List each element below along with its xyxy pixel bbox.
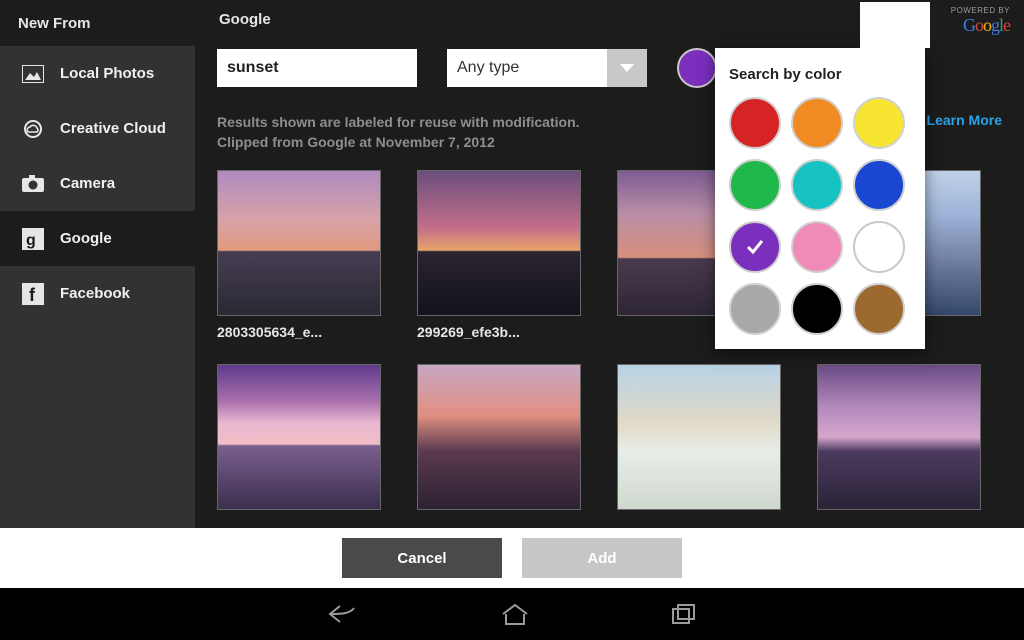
sidebar-item-camera[interactable]: Camera xyxy=(0,156,195,211)
back-icon[interactable] xyxy=(326,602,360,626)
color-filter-button[interactable] xyxy=(677,48,717,88)
results-info: Results shown are labeled for reuse with… xyxy=(217,112,580,152)
color-swatch[interactable] xyxy=(729,283,781,335)
home-icon[interactable] xyxy=(500,602,530,626)
color-swatch[interactable] xyxy=(791,159,843,211)
facebook-icon: f xyxy=(18,283,48,305)
main-panel: POWERED BY Google Google Any type C Resu… xyxy=(195,0,1024,528)
recent-apps-icon[interactable] xyxy=(670,602,698,626)
result-item[interactable] xyxy=(617,364,781,510)
google-logo: Google xyxy=(951,15,1010,36)
search-input[interactable] xyxy=(217,49,417,87)
powered-by-google: POWERED BY Google xyxy=(951,6,1010,36)
sidebar-item-local-photos[interactable]: Local Photos xyxy=(0,46,195,101)
sidebar-item-label: Local Photos xyxy=(60,65,154,82)
color-swatch[interactable] xyxy=(853,221,905,273)
android-navbar xyxy=(0,588,1024,640)
sidebar-item-label: Facebook xyxy=(60,285,130,302)
color-swatch[interactable] xyxy=(729,221,781,273)
type-select-label: Any type xyxy=(447,59,519,77)
sidebar: New From Local Photos Creative Cloud Cam… xyxy=(0,0,195,528)
svg-text:g: g xyxy=(26,232,36,249)
color-swatch[interactable] xyxy=(853,283,905,335)
camera-icon xyxy=(18,175,48,193)
chevron-down-icon xyxy=(607,49,647,87)
google-icon: g xyxy=(18,228,48,250)
sidebar-item-label: Creative Cloud xyxy=(60,120,166,137)
sidebar-item-label: Camera xyxy=(60,175,115,192)
add-button[interactable]: Add xyxy=(522,538,682,578)
sidebar-item-facebook[interactable]: f Facebook xyxy=(0,266,195,321)
color-swatch[interactable] xyxy=(853,159,905,211)
type-select[interactable]: Any type xyxy=(447,49,647,87)
learn-more-link[interactable]: Learn More xyxy=(927,112,1002,152)
color-swatch[interactable] xyxy=(791,221,843,273)
color-swatch[interactable] xyxy=(729,97,781,149)
result-item[interactable] xyxy=(217,364,381,510)
cancel-button[interactable]: Cancel xyxy=(342,538,502,578)
sidebar-item-label: Google xyxy=(60,230,112,247)
color-picker-popup: Search by color xyxy=(715,48,925,349)
color-picker-title: Search by color xyxy=(729,66,911,83)
image-icon xyxy=(18,65,48,83)
color-swatch[interactable] xyxy=(791,97,843,149)
result-item[interactable] xyxy=(417,364,581,510)
result-item[interactable]: 2803305634_e... xyxy=(217,170,381,340)
cloud-icon xyxy=(18,120,48,138)
sidebar-header: New From xyxy=(0,0,195,46)
svg-text:f: f xyxy=(29,285,36,305)
color-swatch[interactable] xyxy=(729,159,781,211)
action-bar: Cancel Add xyxy=(0,528,1024,588)
result-item[interactable] xyxy=(817,364,981,510)
color-swatch[interactable] xyxy=(853,97,905,149)
result-item[interactable]: 299269_efe3b... xyxy=(417,170,581,340)
color-swatch[interactable] xyxy=(791,283,843,335)
color-swatches xyxy=(729,97,911,335)
sidebar-item-google[interactable]: g Google xyxy=(0,211,195,266)
sidebar-item-creative-cloud[interactable]: Creative Cloud xyxy=(0,101,195,156)
